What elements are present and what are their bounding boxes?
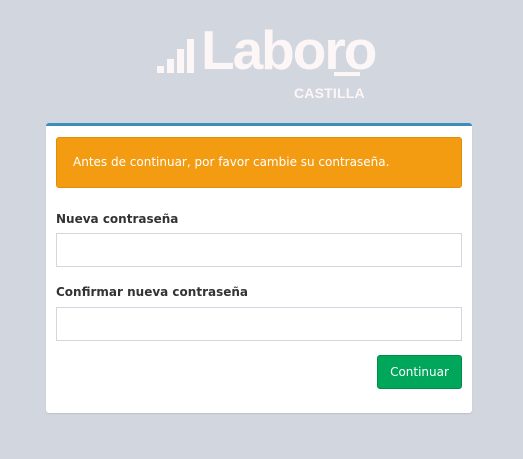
warning-alert: Antes de continuar, por favor cambie su … xyxy=(56,137,462,188)
laboro-logo: Laboro CASTILLA xyxy=(157,23,377,102)
new-password-label: Nueva contraseña xyxy=(56,212,179,226)
new-password-input[interactable] xyxy=(56,233,462,267)
continue-button[interactable]: Continuar xyxy=(377,355,462,389)
signal-bars-icon xyxy=(157,27,201,73)
logo-subtitle: CASTILLA xyxy=(294,85,365,101)
logo-wordmark: Laboro xyxy=(201,19,377,81)
password-change-card: Antes de continuar, por favor cambie su … xyxy=(46,123,472,413)
logo-underscore xyxy=(334,72,360,76)
confirm-password-label: Confirmar nueva contraseña xyxy=(56,285,248,299)
confirm-password-input[interactable] xyxy=(56,307,462,341)
